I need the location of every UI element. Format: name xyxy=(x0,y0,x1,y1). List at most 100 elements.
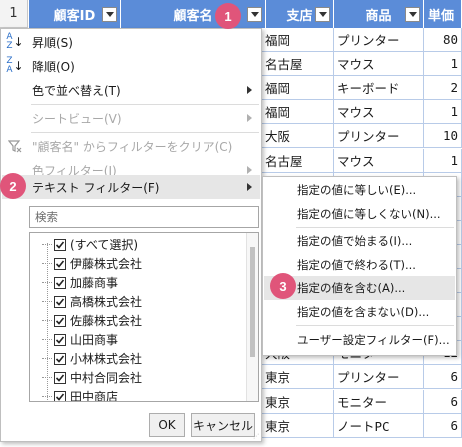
table-cell-price[interactable]: 2 xyxy=(424,76,462,101)
divider xyxy=(296,325,454,326)
not-equals-item[interactable]: 指定の値に等しくない(N)... xyxy=(264,202,455,226)
text-filter-submenu: 指定の値に等しい(E)... 指定の値に等しくない(N)... 指定の値で始まる… xyxy=(262,176,457,356)
select-all-checkbox[interactable]: (すべて選択) xyxy=(42,235,138,254)
header-label: 単価 xyxy=(428,8,455,24)
chevron-down-icon xyxy=(318,12,327,17)
step-badge-3: 3 xyxy=(270,273,296,299)
table-cell-product[interactable]: マウス xyxy=(334,148,424,173)
filter-dropdown-button[interactable] xyxy=(247,7,262,22)
menu-label: 昇順(S) xyxy=(32,35,73,50)
table-cell-price[interactable]: 6 xyxy=(424,365,462,390)
tree-connector xyxy=(42,282,52,283)
chevron-down-icon xyxy=(408,12,417,17)
checkbox-checked-icon[interactable] xyxy=(54,371,66,384)
tree-connector xyxy=(42,377,52,378)
list-item[interactable]: 中村合同会社 xyxy=(42,368,142,387)
sort-za-icon: Z A ↓ xyxy=(6,56,24,75)
checkbox-checked-icon[interactable] xyxy=(54,314,66,327)
table-cell-price[interactable]: 6 xyxy=(424,413,462,438)
list-item[interactable]: 加藤商事 xyxy=(42,273,118,292)
table-cell-price[interactable]: 80 xyxy=(424,28,462,52)
sheet-view-item[interactable]: シートビュー(V) xyxy=(2,106,260,130)
table-cell-price[interactable]: 1 xyxy=(424,148,462,173)
table-cell-product[interactable]: キーボード xyxy=(334,76,424,101)
chevron-down-icon xyxy=(250,12,259,17)
sort-ascending-item[interactable]: A Z ↓ 昇順(S) xyxy=(2,30,260,54)
table-cell-branch[interactable]: 福岡 xyxy=(262,28,334,52)
header-branch: 支店 xyxy=(266,0,334,28)
menu-label: テキスト フィルター(F) xyxy=(32,180,160,195)
table-cell-branch[interactable]: 名古屋 xyxy=(262,52,334,77)
clear-filter-icon xyxy=(6,137,24,155)
header-label: 顧客ID xyxy=(53,8,96,24)
not-contains-item[interactable]: 指定の値を含まない(D)... xyxy=(264,300,455,324)
text-filter-item[interactable]: テキスト フィルター(F) xyxy=(2,175,260,199)
list-item[interactable]: 高橋株式会社 xyxy=(42,292,143,311)
table-cell-price[interactable]: 1 xyxy=(424,52,462,77)
filter-menu: A Z ↓ 昇順(S) Z A ↓ 降順(O) 色で並べ替え(T) シートビュー(V) … xyxy=(0,28,262,442)
header-product: 商品 xyxy=(334,0,424,28)
ends-with-item[interactable]: 指定の値で終わる(T)... xyxy=(264,253,455,277)
table-cell-branch[interactable]: 大阪 xyxy=(262,124,334,149)
table-cell-product[interactable]: プリンター xyxy=(334,28,424,52)
list-item-label: 高橋株式会社 xyxy=(70,295,143,309)
header-label: 顧客名 xyxy=(173,8,213,24)
list-item-label: 小林株式会社 xyxy=(70,352,143,366)
sort-descending-item[interactable]: Z A ↓ 降順(O) xyxy=(2,54,260,78)
cancel-button[interactable]: キャンセル xyxy=(191,413,255,437)
list-item-label: 伊藤株式会社 xyxy=(70,257,143,271)
table-cell-branch[interactable]: 東京 xyxy=(262,365,334,390)
table-cell-product[interactable]: プリンター xyxy=(334,365,424,390)
filter-value-list: (すべて選択) 伊藤株式会社加藤商事高橋株式会社 佐藤株式会社山田商事小林株式会社中… xyxy=(29,232,259,402)
custom-filter-item[interactable]: ユーザー設定フィルター(F)... xyxy=(264,328,455,352)
list-item[interactable]: 田中商店 xyxy=(42,387,118,401)
table-cell-product[interactable]: マウス xyxy=(334,52,424,77)
checkbox-checked-icon[interactable] xyxy=(54,238,66,251)
list-item[interactable]: 山田商事 xyxy=(42,330,118,349)
clear-filter-item[interactable]: "顧客名" からフィルターをクリア(C) xyxy=(2,134,260,158)
divider xyxy=(31,132,259,133)
checkbox-checked-icon[interactable] xyxy=(54,257,66,270)
menu-label: 降順(O) xyxy=(32,59,75,74)
chevron-right-icon xyxy=(247,166,252,174)
table-cell-price[interactable]: 10 xyxy=(424,124,462,149)
table-cell-branch[interactable]: 東京 xyxy=(262,413,334,438)
checkbox-checked-icon[interactable] xyxy=(54,276,66,289)
row-number: 1 xyxy=(0,0,28,28)
tree-line xyxy=(47,243,48,401)
header-label: 支店 xyxy=(286,8,313,24)
filter-dropdown-button[interactable] xyxy=(102,7,117,22)
table-cell-product[interactable]: マウス xyxy=(334,100,424,125)
filter-dropdown-button[interactable] xyxy=(315,7,330,22)
table-cell-branch[interactable]: 名古屋 xyxy=(262,148,334,173)
header-customer-id: 顧客ID xyxy=(29,0,121,28)
scrollbar-thumb[interactable] xyxy=(250,247,255,357)
table-cell-branch[interactable]: 福岡 xyxy=(262,76,334,101)
search-input[interactable]: 検索 xyxy=(29,206,259,228)
list-item[interactable]: 小林株式会社 xyxy=(42,349,143,368)
header-customer-name: 顧客名 xyxy=(121,0,266,28)
table-cell-price[interactable]: 1 xyxy=(424,100,462,125)
table-cell-branch[interactable]: 東京 xyxy=(262,389,334,414)
equals-item[interactable]: 指定の値に等しい(E)... xyxy=(264,178,455,202)
checkbox-checked-icon[interactable] xyxy=(54,390,66,401)
table-cell-price[interactable]: 6 xyxy=(424,389,462,414)
checkbox-checked-icon[interactable] xyxy=(54,295,66,308)
table-cell-product[interactable]: ノートPC xyxy=(334,413,424,438)
scrollbar[interactable] xyxy=(246,233,258,401)
filter-dropdown-button[interactable] xyxy=(405,7,420,22)
list-item[interactable]: 伊藤株式会社 xyxy=(42,254,143,273)
table-cell-product[interactable]: プリンター xyxy=(334,124,424,149)
table-cell-branch[interactable]: 福岡 xyxy=(262,100,334,125)
begins-with-item[interactable]: 指定の値で始まる(I)... xyxy=(264,229,455,253)
step-badge-1: 1 xyxy=(215,3,241,29)
sort-by-color-item[interactable]: 色で並べ替え(T) xyxy=(2,78,260,102)
resize-grip-icon[interactable]: ⋰ xyxy=(253,433,259,440)
table-cell-product[interactable]: モニター xyxy=(334,389,424,414)
checkbox-checked-icon[interactable] xyxy=(54,333,66,346)
ok-button[interactable]: OK xyxy=(149,413,185,437)
step-badge-2: 2 xyxy=(0,173,26,199)
checkbox-checked-icon[interactable] xyxy=(54,352,66,365)
list-item-label: 佐藤株式会社 xyxy=(70,314,143,328)
list-item[interactable]: 佐藤株式会社 xyxy=(42,311,143,330)
